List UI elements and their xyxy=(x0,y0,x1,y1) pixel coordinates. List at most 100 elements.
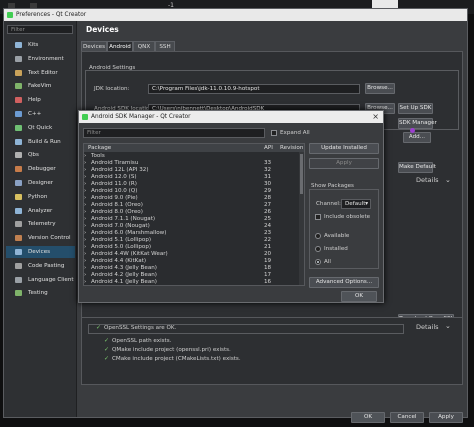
column-header-api[interactable]: API xyxy=(264,145,273,151)
sidebar-item-telemetry[interactable]: Telemetry xyxy=(6,218,75,230)
expand-arrow-icon[interactable]: › xyxy=(84,244,86,251)
package-row[interactable]: › Android 8.1 (Oreo) 27 xyxy=(84,202,298,209)
advanced-options-button[interactable]: Advanced Options... xyxy=(309,277,379,288)
sdk-manager-button[interactable]: SDK Manager xyxy=(398,118,437,129)
channel-value: Default xyxy=(345,201,366,207)
expand-arrow-icon[interactable]: › xyxy=(84,223,86,230)
sidebar-item-help[interactable]: Help xyxy=(6,94,75,106)
channel-select[interactable]: Default ▾ xyxy=(341,199,371,209)
package-row[interactable]: › Android 4.4W (KitKat Wear) 20 xyxy=(84,251,298,258)
expand-arrow-icon[interactable]: › xyxy=(84,174,86,181)
sidebar-item-kits[interactable]: Kits xyxy=(6,39,75,51)
sidebar-item-label: Designer xyxy=(28,180,54,186)
sidebar-item-qt-quick[interactable]: Qt Quick xyxy=(6,122,75,134)
expand-arrow-icon[interactable]: › xyxy=(84,216,86,223)
sidebar-item-code-pasting[interactable]: Code Pasting xyxy=(6,260,75,272)
sidebar-item-label: Code Pasting xyxy=(28,262,65,269)
package-row[interactable]: › Android 4.1 (Jelly Bean) 16 xyxy=(84,279,298,285)
package-row[interactable]: › Android 8.0 (Oreo) 26 xyxy=(84,209,298,216)
expand-arrow-icon[interactable]: › xyxy=(84,265,86,272)
column-header-revision[interactable]: Revision xyxy=(280,145,303,151)
sidebar-item-qbs[interactable]: Qbs xyxy=(6,149,75,161)
expand-all-checkbox[interactable] xyxy=(271,130,277,136)
sidebar-item-label: Devices xyxy=(28,249,51,255)
cancel-button[interactable]: Cancel xyxy=(390,412,424,423)
package-row[interactable]: › Android 6.0 (Marshmallow) 23 xyxy=(84,230,298,237)
package-row[interactable]: › Android 12L (API 32) 32 xyxy=(84,167,298,174)
package-row[interactable]: › Android 7.1.1 (Nougat) 25 xyxy=(84,216,298,223)
scrollbar-thumb[interactable] xyxy=(300,154,303,194)
sidebar-item-label: C++ xyxy=(28,111,42,117)
package-row[interactable]: › Android 4.4 (KitKat) 19 xyxy=(84,258,298,265)
sidebar-item-icon xyxy=(15,97,22,104)
package-row[interactable]: › Android Tiramisu 33 xyxy=(84,160,298,167)
expand-arrow-icon[interactable]: › xyxy=(84,202,86,209)
radio-all[interactable] xyxy=(315,259,321,265)
set-up-sdk-button[interactable]: Set Up SDK xyxy=(398,103,433,114)
make-default-button[interactable]: Make Default xyxy=(398,162,436,173)
sidebar-item-build-run[interactable]: Build & Run xyxy=(6,136,75,148)
expand-arrow-icon[interactable]: › xyxy=(84,272,86,279)
package-row[interactable]: › Android 9.0 (Pie) 28 xyxy=(84,195,298,202)
package-row[interactable]: › Android 7.0 (Nougat) 24 xyxy=(84,223,298,230)
expand-arrow-icon[interactable]: › xyxy=(84,153,86,160)
details-label[interactable]: Details xyxy=(416,176,439,184)
expand-arrow-icon[interactable]: › xyxy=(84,188,86,195)
package-row[interactable]: › Android 10.0 (Q) 29 xyxy=(84,188,298,195)
sidebar-item-python[interactable]: Python xyxy=(6,191,75,203)
expand-arrow-icon[interactable]: › xyxy=(84,167,86,174)
package-name: Android 4.4W (KitKat Wear) xyxy=(91,251,168,257)
expand-arrow-icon[interactable]: › xyxy=(84,195,86,202)
sidebar-item-version-control[interactable]: Version Control xyxy=(6,232,75,244)
sidebar-item-debugger[interactable]: Debugger xyxy=(6,163,75,175)
details-chevron-icon[interactable]: ⌄ xyxy=(445,322,451,330)
sidebar-item-c-[interactable]: C++ xyxy=(6,108,75,120)
close-icon[interactable]: × xyxy=(372,112,379,121)
radio-available[interactable] xyxy=(315,233,321,239)
package-row[interactable]: › Android 11.0 (R) 30 xyxy=(84,181,298,188)
package-name: Android 7.1.1 (Nougat) xyxy=(91,216,156,222)
sidebar-item-analyzer[interactable]: Analyzer xyxy=(6,205,75,217)
add-ndk-button[interactable]: Add... xyxy=(403,132,431,143)
sidebar-item-testing[interactable]: Testing xyxy=(6,287,75,299)
sidebar-filter-input[interactable]: Filter xyxy=(7,25,73,34)
expand-arrow-icon[interactable]: › xyxy=(84,230,86,237)
radio-installed[interactable] xyxy=(315,246,321,252)
package-name: Android 5.0 (Lollipop) xyxy=(91,244,152,250)
sidebar-item-icon xyxy=(15,235,22,242)
sdk-ok-button[interactable]: OK xyxy=(341,291,377,302)
jdk-location-field[interactable]: C:\Program Files\jdk-11.0.10.9-hotspot xyxy=(148,84,360,94)
package-name: Android 4.3 (Jelly Bean) xyxy=(91,265,157,271)
package-row[interactable]: › Android 5.0 (Lollipop) 21 xyxy=(84,244,298,251)
package-row[interactable]: › Tools xyxy=(84,153,298,160)
expand-arrow-icon[interactable]: › xyxy=(84,209,86,216)
package-row[interactable]: › Android 4.2 (Jelly Bean) 17 xyxy=(84,272,298,279)
expand-arrow-icon[interactable]: › xyxy=(84,160,86,167)
expand-arrow-icon[interactable]: › xyxy=(84,237,86,244)
radio-available-label: Available xyxy=(324,233,350,239)
sidebar-item-fakevim[interactable]: FakeVim xyxy=(6,80,75,92)
sdk-apply-button[interactable]: Apply xyxy=(309,158,379,169)
expand-arrow-icon[interactable]: › xyxy=(84,258,86,265)
sdk-filter-input[interactable]: Filter xyxy=(83,128,265,138)
sidebar-item-designer[interactable]: Designer xyxy=(6,177,75,189)
include-obsolete-checkbox[interactable] xyxy=(315,214,321,220)
sidebar-item-environment[interactable]: Environment xyxy=(6,53,75,65)
sidebar-item-language-client[interactable]: Language Client xyxy=(6,274,75,286)
details-label-2[interactable]: Details xyxy=(416,323,439,331)
table-scrollbar[interactable] xyxy=(299,152,304,285)
browse-jdk-button[interactable]: Browse... xyxy=(365,83,395,94)
update-installed-button[interactable]: Update Installed xyxy=(309,143,379,154)
package-row[interactable]: › Android 12.0 (S) 31 xyxy=(84,174,298,181)
sidebar-item-text-editor[interactable]: Text Editor xyxy=(6,67,75,79)
sidebar-item-devices[interactable]: Devices xyxy=(6,246,75,258)
ok-button[interactable]: OK xyxy=(351,412,385,423)
package-row[interactable]: › Android 5.1 (Lollipop) 22 xyxy=(84,237,298,244)
package-row[interactable]: › Android 4.3 (Jelly Bean) 18 xyxy=(84,265,298,272)
expand-arrow-icon[interactable]: › xyxy=(84,279,86,285)
expand-arrow-icon[interactable]: › xyxy=(84,181,86,188)
column-header-package[interactable]: Package xyxy=(88,145,111,151)
apply-button[interactable]: Apply xyxy=(429,412,463,423)
details-chevron-icon[interactable]: ⌄ xyxy=(445,176,451,184)
expand-arrow-icon[interactable]: › xyxy=(84,251,86,258)
